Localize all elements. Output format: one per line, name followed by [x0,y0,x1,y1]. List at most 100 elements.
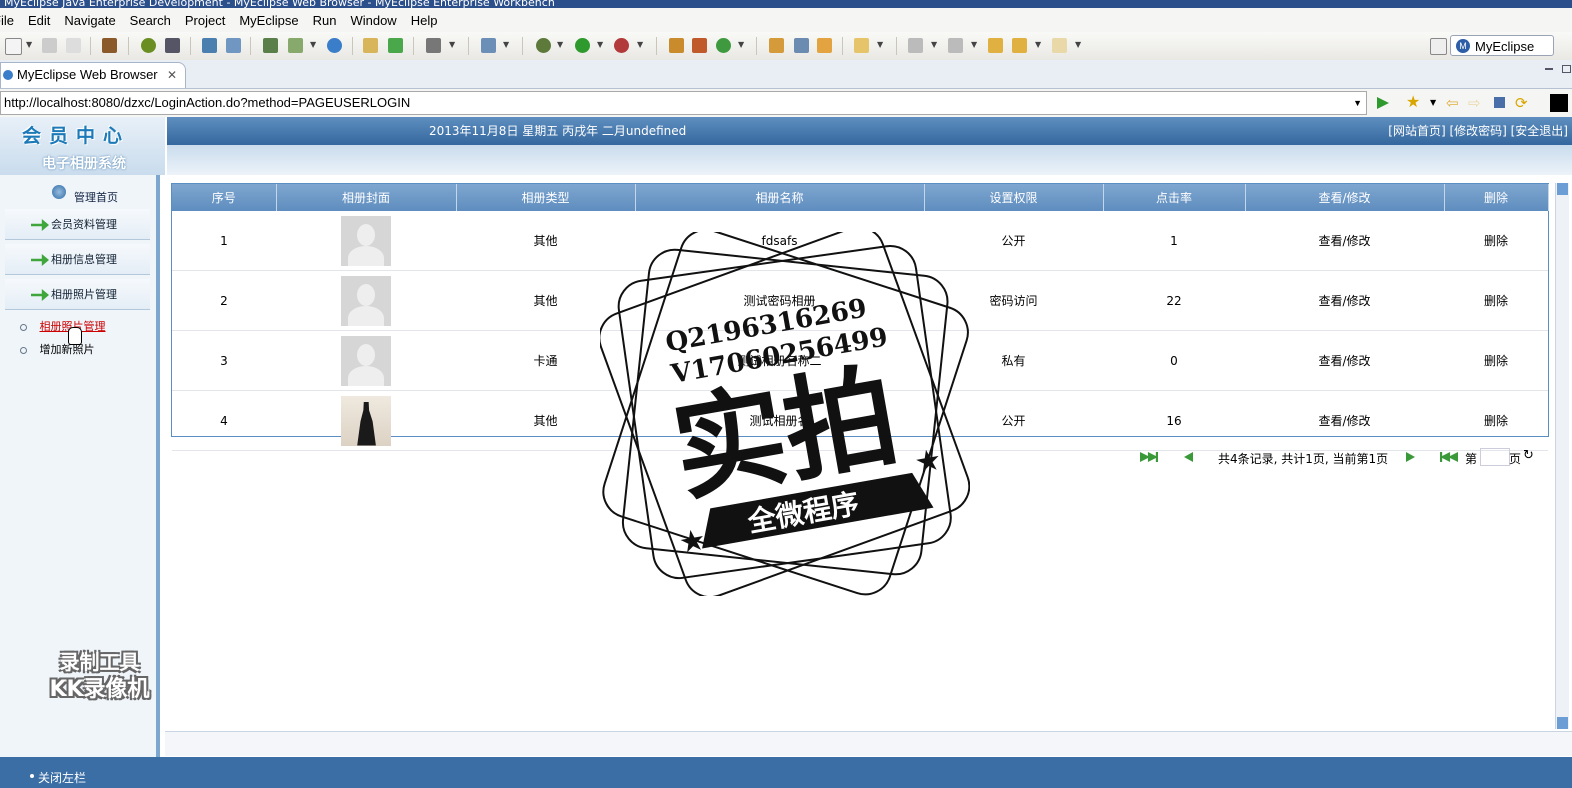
hierarchy-icon[interactable] [263,38,278,53]
menu-help[interactable]: Help [404,13,445,28]
avatar-placeholder-icon[interactable] [341,215,391,266]
delete-link[interactable]: 删除 [1444,390,1548,451]
next-annotation-dropdown-icon[interactable]: ▼ [931,40,937,49]
print-icon[interactable] [66,38,81,53]
back-icon[interactable] [1012,38,1027,53]
browser-menu-icon[interactable] [1550,94,1568,112]
menu-search[interactable]: Search [123,13,178,28]
next-page-icon[interactable] [1406,452,1415,462]
close-left-button[interactable]: 关闭左栏 [38,769,86,786]
cell-cover[interactable] [276,390,456,451]
external-tools-icon[interactable] [614,38,629,53]
menu-navigate[interactable]: Navigate [57,13,122,28]
run-dropdown-icon[interactable]: ▼ [597,40,603,49]
refresh-icon[interactable]: ⟳ [1515,94,1528,112]
minimize-icon[interactable] [1545,68,1553,70]
open-type-icon[interactable] [669,38,684,53]
debug-dropdown-icon[interactable]: ▼ [557,40,563,49]
cell-cover[interactable] [276,211,456,271]
page-number-input[interactable] [1480,448,1510,466]
menu-project[interactable]: Project [178,13,232,28]
camera-icon[interactable] [426,38,441,53]
close-icon[interactable]: ✕ [167,63,177,87]
edit-link[interactable]: 查看/修改 [1245,211,1444,271]
menu-run[interactable]: Run [306,13,344,28]
last-page-icon[interactable] [1440,452,1458,462]
sublink-add-photo-label[interactable]: 增加新照片 [40,343,95,356]
maximize-icon[interactable] [1562,65,1571,73]
folder-icon[interactable] [854,38,869,53]
run-icon[interactable] [575,38,590,53]
forward-dropdown-icon[interactable]: ▼ [1075,40,1081,49]
undeploy-icon[interactable] [226,38,241,53]
album-cover-photo[interactable] [341,395,391,446]
folder-dropdown-icon[interactable]: ▼ [877,40,883,49]
bookmark-icon[interactable] [817,38,832,53]
open-folder-icon[interactable] [363,38,378,53]
web-service-icon[interactable] [692,38,707,53]
sublink-photo-manage[interactable]: 相册照片管理 [20,318,106,334]
avatar-placeholder-icon[interactable] [341,335,391,386]
menu-edit[interactable]: Edit [21,13,57,28]
package-icon[interactable] [102,38,117,53]
refresh-dropdown-icon[interactable]: ▼ [738,40,744,49]
menu-window[interactable]: Window [343,13,403,28]
menu-file[interactable]: File [0,13,21,28]
delete-link[interactable]: 删除 [1444,330,1548,391]
menu-myeclipse[interactable]: MyEclipse [232,13,305,28]
prev-annotation-dropdown-icon[interactable]: ▼ [971,40,977,49]
new-class-dropdown-icon[interactable]: ▼ [503,40,509,49]
top-links[interactable]: [网站首页] [修改密码] [安全退出] [1388,117,1568,145]
nav-member-info[interactable]: 会员资料管理 [5,209,150,240]
url-input[interactable]: http://localhost:8080/dzxc/LoginAction.d… [0,91,1367,115]
cell-cover[interactable] [276,330,456,391]
new-dropdown-icon[interactable]: ▼ [26,40,32,49]
document-icon[interactable] [288,38,303,53]
go-icon[interactable] [1377,97,1389,109]
server-icon[interactable] [165,38,180,53]
save-icon[interactable] [42,38,57,53]
prev-page-icon[interactable] [1184,452,1193,462]
url-dropdown-icon[interactable]: ▼ [1353,92,1362,114]
favorites-icon[interactable]: ★ [1406,92,1420,111]
globe-icon[interactable] [327,38,342,53]
deploy-icon[interactable] [202,38,217,53]
edit-link[interactable]: 查看/修改 [1245,270,1444,331]
new-class-icon[interactable] [481,38,496,53]
sublink-add-photo[interactable]: 增加新照片 [20,341,95,357]
nav-home[interactable]: 管理首页 [0,183,156,207]
back-dropdown-icon[interactable]: ▼ [1035,40,1041,49]
nav-album-info[interactable]: 相册信息管理 [5,244,150,275]
debug-icon[interactable] [536,38,551,53]
scroll-down-icon[interactable] [1557,717,1568,729]
edit-link[interactable]: 查看/修改 [1245,390,1444,451]
new-icon[interactable] [5,38,22,55]
document-dropdown-icon[interactable]: ▼ [310,40,316,49]
cell-cover[interactable] [276,270,456,331]
forward-icon[interactable]: ⇨ [1468,94,1481,112]
prev-annotation-icon[interactable] [948,38,963,53]
edit-link[interactable]: 查看/修改 [1245,330,1444,391]
go-page-icon[interactable]: ↻ [1523,448,1534,463]
open-project-icon[interactable] [769,38,784,53]
camera-dropdown-icon[interactable]: ▼ [449,40,455,49]
open-perspective-icon[interactable] [1430,38,1447,55]
delete-link[interactable]: 删除 [1444,270,1548,331]
refresh-icon[interactable] [716,38,731,53]
back-icon[interactable]: ⇦ [1446,94,1459,112]
next-annotation-icon[interactable] [908,38,923,53]
favorites-dropdown-icon[interactable]: ▼ [1430,98,1436,107]
pin-icon[interactable] [794,38,809,53]
nav-album-photos[interactable]: 相册照片管理 [5,279,150,310]
horizontal-scrollbar[interactable] [165,731,1572,756]
first-page-icon[interactable] [1140,452,1158,462]
external-tools-dropdown-icon[interactable]: ▼ [637,40,643,49]
bug-icon[interactable] [141,38,156,53]
avatar-placeholder-icon[interactable] [341,275,391,326]
scroll-up-icon[interactable] [1557,183,1568,195]
add-icon[interactable] [388,38,403,53]
perspective-button[interactable]: M MyEclipse J... [1450,35,1554,75]
delete-link[interactable]: 删除 [1444,211,1548,271]
forward-icon[interactable] [1052,38,1067,53]
last-edit-icon[interactable] [988,38,1003,53]
